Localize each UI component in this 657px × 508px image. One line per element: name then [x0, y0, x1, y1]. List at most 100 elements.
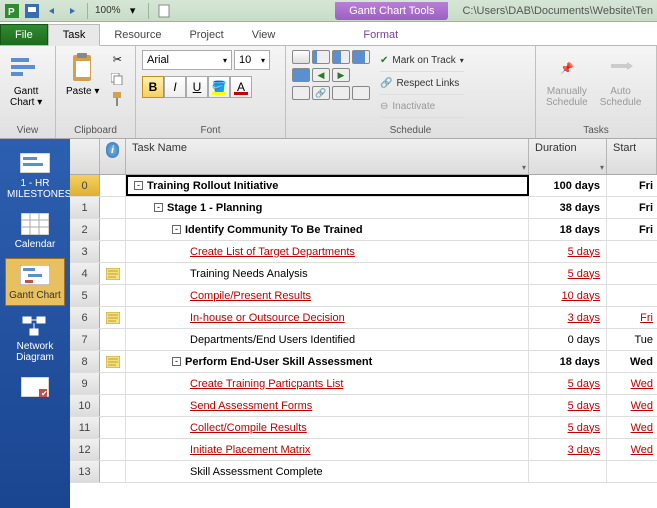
row-id-cell[interactable]: 6 — [70, 307, 100, 328]
row-id-cell[interactable]: 2 — [70, 219, 100, 240]
table-row[interactable]: 3 Create List of Target Departments5 days — [70, 241, 657, 263]
start-cell[interactable]: Wed — [607, 417, 657, 438]
task-name-cell[interactable]: Training Needs Analysis — [126, 263, 529, 284]
file-tab[interactable]: File — [0, 24, 48, 45]
task-name-cell[interactable]: Create List of Target Departments — [126, 241, 529, 262]
header-id[interactable] — [70, 139, 100, 174]
task-name-cell[interactable]: Skill Assessment Complete — [126, 461, 529, 482]
duration-cell[interactable]: 3 days — [529, 307, 607, 328]
view-gantt-chart[interactable]: Gantt Chart — [5, 258, 65, 306]
outline-toggle[interactable]: - — [154, 203, 163, 212]
table-row[interactable]: 7 Departments/End Users Identified0 daysT… — [70, 329, 657, 351]
italic-button[interactable]: I — [164, 76, 186, 98]
tab-view[interactable]: View — [238, 25, 290, 45]
row-id-cell[interactable]: 9 — [70, 373, 100, 394]
row-id-cell[interactable]: 1 — [70, 197, 100, 218]
bold-button[interactable]: B — [142, 76, 164, 98]
start-cell[interactable]: Fri — [607, 307, 657, 328]
copy-button[interactable] — [107, 70, 127, 88]
header-indicators[interactable]: i — [100, 139, 126, 174]
task-name-cell[interactable]: Initiate Placement Matrix — [126, 439, 529, 460]
row-id-cell[interactable]: 13 — [70, 461, 100, 482]
duration-cell[interactable]: 5 days — [529, 417, 607, 438]
chevron-down-icon[interactable]: ▾ — [522, 163, 526, 172]
task-name-cell[interactable]: -Training Rollout Initiative — [126, 175, 529, 196]
format-painter-button[interactable] — [107, 90, 127, 108]
table-row[interactable]: 5Compile/Present Results10 days — [70, 285, 657, 307]
task-name-cell[interactable]: Departments/End Users Identified — [126, 329, 529, 350]
redo-icon[interactable] — [64, 3, 80, 19]
row-id-cell[interactable]: 3 — [70, 241, 100, 262]
save-icon[interactable] — [24, 3, 40, 19]
start-cell[interactable] — [607, 241, 657, 262]
cut-button[interactable]: ✂ — [107, 50, 127, 68]
progress-100-button[interactable] — [292, 68, 310, 82]
unlink-button[interactable] — [332, 86, 350, 100]
start-cell[interactable]: Fri — [607, 197, 657, 218]
duration-cell[interactable]: 3 days — [529, 439, 607, 460]
row-id-cell[interactable]: 4 — [70, 263, 100, 284]
start-cell[interactable]: Tue — [607, 329, 657, 350]
duration-cell[interactable] — [529, 461, 607, 482]
header-start[interactable]: Start — [607, 139, 657, 174]
mark-on-track-button[interactable]: ✔Mark on Track ▾ — [380, 50, 464, 72]
start-cell[interactable]: Wed — [607, 395, 657, 416]
tab-task[interactable]: Task — [48, 24, 101, 46]
tab-resource[interactable]: Resource — [100, 25, 175, 45]
split-button[interactable] — [352, 86, 370, 100]
progress-75-button[interactable] — [352, 50, 370, 64]
header-task-name[interactable]: Task Name▾ — [126, 139, 529, 174]
move-button[interactable] — [292, 86, 310, 100]
row-id-cell[interactable]: 0 — [70, 175, 100, 196]
duration-cell[interactable]: 5 days — [529, 373, 607, 394]
duration-cell[interactable]: 5 days — [529, 395, 607, 416]
zoom-dropdown-icon[interactable]: ▾ — [125, 3, 141, 19]
duration-cell[interactable]: 5 days — [529, 263, 607, 284]
font-color-button[interactable]: A — [230, 76, 252, 98]
start-cell[interactable] — [607, 263, 657, 284]
task-name-cell[interactable]: Create Training Particpants List — [126, 373, 529, 394]
duration-cell[interactable]: 38 days — [529, 197, 607, 218]
row-id-cell[interactable]: 11 — [70, 417, 100, 438]
view-more[interactable]: ✔ — [5, 371, 65, 406]
progress-50-button[interactable] — [332, 50, 350, 64]
view-calendar[interactable]: Calendar — [5, 208, 65, 254]
task-name-cell[interactable]: Collect/Compile Results — [126, 417, 529, 438]
row-id-cell[interactable]: 5 — [70, 285, 100, 306]
row-id-cell[interactable]: 7 — [70, 329, 100, 350]
table-row[interactable]: 0-Training Rollout Initiative100 daysFri — [70, 175, 657, 197]
start-cell[interactable]: Wed — [607, 373, 657, 394]
chevron-down-icon[interactable]: ▾ — [600, 163, 604, 172]
table-row[interactable]: 12 Initiate Placement Matrix3 daysWed — [70, 439, 657, 461]
row-id-cell[interactable]: 8 — [70, 351, 100, 372]
progress-0-button[interactable] — [292, 50, 310, 64]
outline-toggle[interactable]: - — [172, 225, 181, 234]
outline-toggle[interactable]: - — [172, 357, 181, 366]
table-row[interactable]: 6 In-house or Outsource Decision3 daysFri — [70, 307, 657, 329]
undo-icon[interactable] — [44, 3, 60, 19]
task-name-cell[interactable]: -Stage 1 - Planning — [126, 197, 529, 218]
auto-schedule-button[interactable]: Auto Schedule — [596, 50, 646, 110]
start-cell[interactable] — [607, 461, 657, 482]
task-name-cell[interactable]: In-house or Outsource Decision — [126, 307, 529, 328]
indent-button[interactable]: ▶ — [332, 68, 350, 82]
row-id-cell[interactable]: 12 — [70, 439, 100, 460]
paste-button[interactable]: Paste ▾ — [62, 50, 103, 99]
view-network-diagram[interactable]: Network Diagram — [5, 310, 65, 367]
task-name-cell[interactable]: Send Assessment Forms — [126, 395, 529, 416]
fill-color-button[interactable]: 🪣 — [208, 76, 230, 98]
header-duration[interactable]: Duration▾ — [529, 139, 607, 174]
gantt-chart-button[interactable]: Gantt Chart ▾ — [6, 50, 46, 110]
respect-links-button[interactable]: 🔗Respect Links — [380, 73, 464, 95]
start-cell[interactable]: Wed — [607, 439, 657, 460]
duration-cell[interactable]: 10 days — [529, 285, 607, 306]
start-cell[interactable] — [607, 285, 657, 306]
task-name-cell[interactable]: -Identify Community To Be Trained — [126, 219, 529, 240]
table-row[interactable]: 2-Identify Community To Be Trained18 day… — [70, 219, 657, 241]
duration-cell[interactable]: 5 days — [529, 241, 607, 262]
table-row[interactable]: 11 Collect/Compile Results5 daysWed — [70, 417, 657, 439]
new-icon[interactable] — [156, 3, 172, 19]
tab-project[interactable]: Project — [175, 25, 237, 45]
duration-cell[interactable]: 0 days — [529, 329, 607, 350]
table-row[interactable]: 8-Perform End-User Skill Assessment18 da… — [70, 351, 657, 373]
